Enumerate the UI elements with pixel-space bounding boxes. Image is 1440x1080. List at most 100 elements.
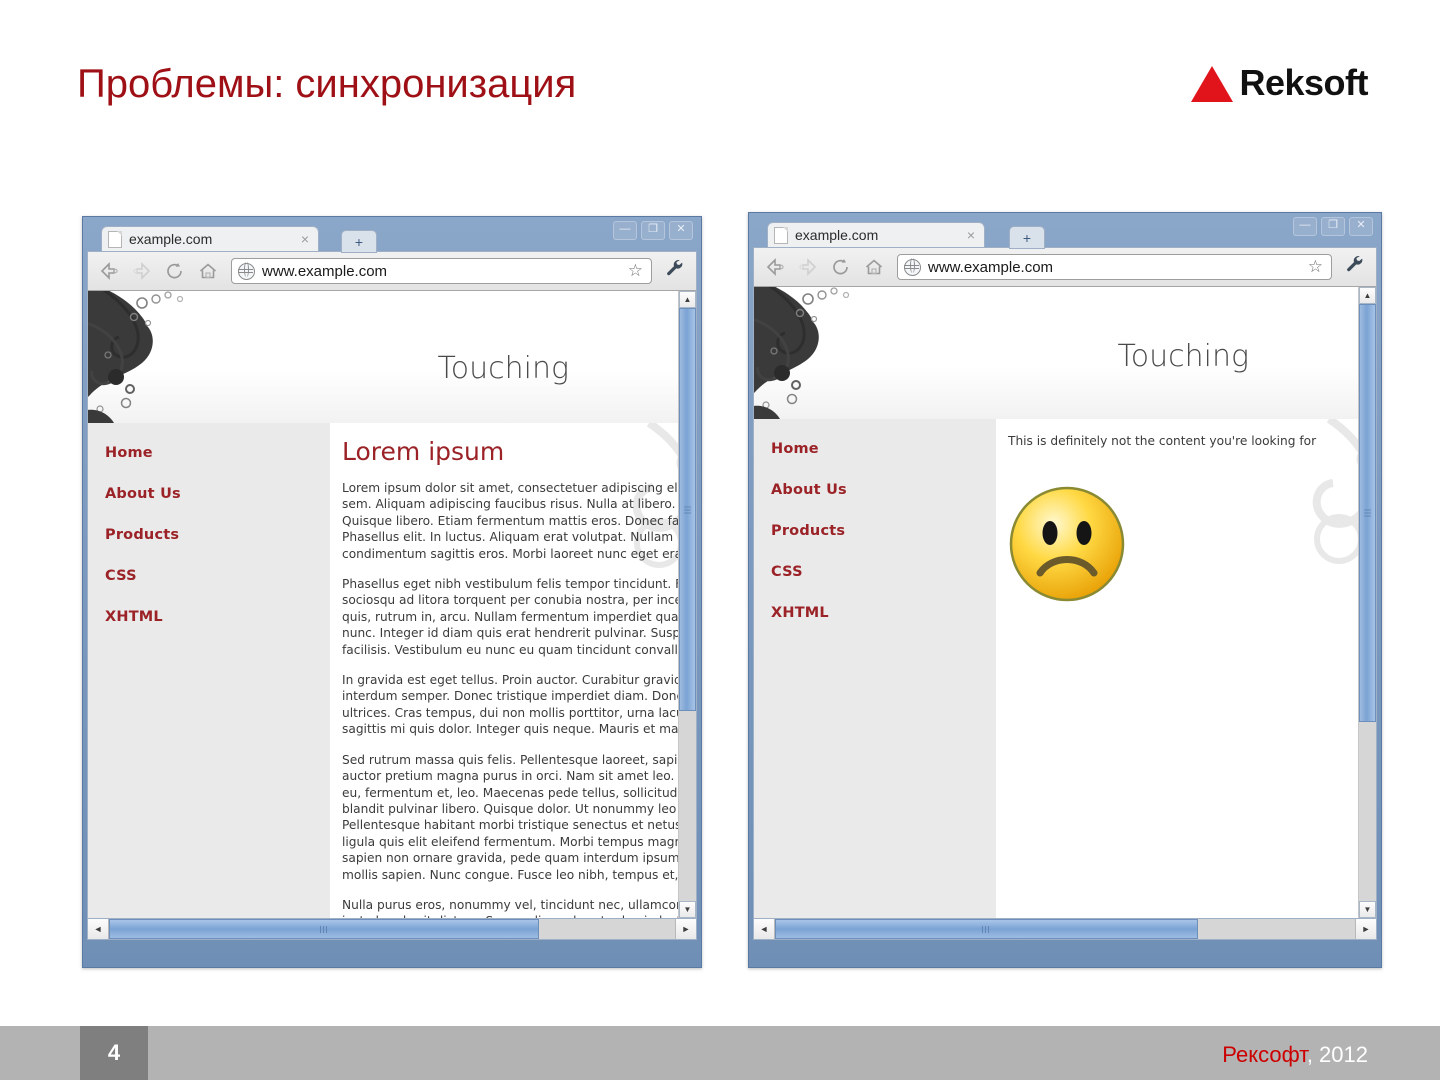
slide-footer: 4 Рексофт, 2012 bbox=[0, 1026, 1440, 1080]
page-number: 4 bbox=[107, 1040, 121, 1065]
page-viewport-left: Touching Home About Us Products CSS XHTM… bbox=[87, 291, 697, 918]
vertical-scroll-thumb[interactable] bbox=[679, 308, 696, 712]
close-tab-icon[interactable]: × bbox=[298, 231, 312, 247]
nav-item-about-us[interactable]: About Us bbox=[771, 482, 996, 498]
site-title: Touching bbox=[437, 351, 569, 386]
scroll-up-icon[interactable]: ▲ bbox=[679, 291, 696, 308]
sad-face-icon bbox=[1009, 487, 1125, 602]
page-favicon-icon bbox=[108, 230, 122, 248]
scroll-grip-icon bbox=[982, 925, 992, 933]
tab-strip-right: example.com × + — ❐ ✕ bbox=[753, 217, 1377, 249]
vertical-scroll-track[interactable] bbox=[679, 308, 696, 901]
content-paragraph: Lorem ipsum dolor sit amet, consectetuer… bbox=[342, 481, 679, 561]
reload-button-icon[interactable] bbox=[161, 257, 189, 285]
nav-item-xhtml[interactable]: XHTML bbox=[771, 605, 996, 621]
content-paragraph: Sed rutrum massa quis felis. Pellentesqu… bbox=[342, 752, 679, 882]
tab-title: example.com bbox=[129, 231, 213, 247]
footer-credit: Рексофт, 2012 bbox=[1222, 1042, 1368, 1068]
forward-button-icon[interactable] bbox=[128, 257, 156, 285]
close-window-button[interactable]: ✕ bbox=[1349, 217, 1373, 236]
maximize-button[interactable]: ❐ bbox=[1321, 217, 1345, 236]
web-page-left: Touching Home About Us Products CSS XHTM… bbox=[88, 291, 679, 918]
reksoft-logo: Reksoft bbox=[1191, 62, 1368, 104]
browser-window-right[interactable]: example.com × + — ❐ ✕ www.example.com ☆ bbox=[748, 212, 1382, 968]
vertical-scrollbar-left[interactable]: ▲ ▼ bbox=[678, 291, 696, 918]
bookmark-star-icon[interactable]: ☆ bbox=[628, 261, 645, 281]
globe-icon bbox=[237, 262, 255, 280]
content-paragraph: Phasellus eget nibh vestibulum felis tem… bbox=[342, 577, 679, 657]
browser-tab-right[interactable]: example.com × bbox=[767, 222, 985, 247]
wrench-menu-icon[interactable] bbox=[1341, 254, 1369, 280]
page-viewport-right: Touching Home About Us Products CSS XHTM… bbox=[753, 287, 1377, 918]
new-tab-button[interactable]: + bbox=[341, 230, 377, 253]
forward-button-icon[interactable] bbox=[794, 253, 822, 281]
nav-item-home[interactable]: Home bbox=[771, 441, 996, 457]
nav-item-home[interactable]: Home bbox=[105, 445, 330, 461]
site-nav-left: Home About Us Products CSS XHTML bbox=[88, 423, 330, 918]
site-title: Touching bbox=[1117, 339, 1249, 374]
scroll-down-icon[interactable]: ▼ bbox=[1359, 901, 1376, 918]
home-button-icon[interactable] bbox=[194, 257, 222, 285]
scroll-down-icon[interactable]: ▼ bbox=[679, 901, 696, 918]
reload-button-icon[interactable] bbox=[827, 253, 855, 281]
logo-text: Reksoft bbox=[1239, 62, 1368, 103]
site-body-right: Home About Us Products CSS XHTML This is… bbox=[754, 419, 1359, 918]
new-tab-button[interactable]: + bbox=[1009, 226, 1045, 249]
tab-strip-left: example.com × + — ❐ ✕ bbox=[87, 221, 697, 253]
url-text: www.example.com bbox=[928, 258, 1054, 276]
address-bar-right[interactable]: www.example.com ☆ bbox=[897, 254, 1332, 280]
scroll-grip-icon bbox=[1364, 509, 1371, 517]
window-controls-left: — ❐ ✕ bbox=[613, 221, 693, 240]
site-body-left: Home About Us Products CSS XHTML Lorem i… bbox=[88, 423, 679, 918]
maximize-button[interactable]: ❐ bbox=[641, 221, 665, 240]
scroll-left-icon[interactable]: ◄ bbox=[88, 919, 109, 939]
close-window-button[interactable]: ✕ bbox=[669, 221, 693, 240]
footer-year: , 2012 bbox=[1306, 1042, 1368, 1067]
scroll-grip-icon bbox=[684, 506, 691, 514]
horizontal-scroll-track[interactable] bbox=[109, 919, 675, 939]
tab-title: example.com bbox=[795, 227, 879, 243]
back-button-icon[interactable] bbox=[761, 253, 789, 281]
nav-item-products[interactable]: Products bbox=[771, 523, 996, 539]
back-button-icon[interactable] bbox=[95, 257, 123, 285]
content-heading: Lorem ipsum bbox=[342, 437, 505, 466]
nav-item-xhtml[interactable]: XHTML bbox=[105, 609, 330, 625]
wrench-menu-icon[interactable] bbox=[661, 258, 689, 284]
footer-company: Рексофт bbox=[1222, 1042, 1307, 1067]
page-favicon-icon bbox=[774, 226, 788, 244]
scroll-right-icon[interactable]: ► bbox=[1355, 919, 1376, 939]
nav-item-products[interactable]: Products bbox=[105, 527, 330, 543]
browser-toolbar-right: www.example.com ☆ bbox=[753, 247, 1377, 287]
browser-tab-left[interactable]: example.com × bbox=[101, 226, 319, 251]
site-header-left: Touching bbox=[88, 291, 679, 423]
nav-item-css[interactable]: CSS bbox=[105, 568, 330, 584]
minimize-button[interactable]: — bbox=[613, 221, 637, 240]
url-text: www.example.com bbox=[262, 262, 388, 280]
window-controls-right: — ❐ ✕ bbox=[1293, 217, 1373, 236]
horizontal-scrollbar-right[interactable]: ◄ ► bbox=[753, 918, 1377, 940]
floral-ornament-icon bbox=[88, 291, 184, 423]
scroll-right-icon[interactable]: ► bbox=[675, 919, 696, 939]
horizontal-scroll-track[interactable] bbox=[775, 919, 1355, 939]
scroll-left-icon[interactable]: ◄ bbox=[754, 919, 775, 939]
site-nav-right: Home About Us Products CSS XHTML bbox=[754, 419, 996, 918]
address-bar-left[interactable]: www.example.com ☆ bbox=[231, 258, 652, 284]
vertical-scroll-track[interactable] bbox=[1359, 304, 1376, 901]
vertical-scrollbar-right[interactable]: ▲ ▼ bbox=[1358, 287, 1376, 918]
minimize-button[interactable]: — bbox=[1293, 217, 1317, 236]
horizontal-scroll-thumb[interactable] bbox=[775, 919, 1199, 939]
web-page-right: Touching Home About Us Products CSS XHTM… bbox=[754, 287, 1359, 918]
home-button-icon[interactable] bbox=[860, 253, 888, 281]
scroll-up-icon[interactable]: ▲ bbox=[1359, 287, 1376, 304]
bookmark-star-icon[interactable]: ☆ bbox=[1308, 257, 1325, 277]
globe-icon bbox=[903, 258, 921, 276]
browser-window-left[interactable]: example.com × + — ❐ ✕ www.example.com ☆ bbox=[82, 216, 702, 968]
nav-item-css[interactable]: CSS bbox=[771, 564, 996, 580]
not-found-message: This is definitely not the content you'r… bbox=[1008, 434, 1317, 448]
horizontal-scrollbar-left[interactable]: ◄ ► bbox=[87, 918, 697, 940]
horizontal-scroll-thumb[interactable] bbox=[109, 919, 540, 939]
site-header-right: Touching bbox=[754, 287, 1359, 419]
close-tab-icon[interactable]: × bbox=[964, 227, 978, 243]
vertical-scroll-thumb[interactable] bbox=[1359, 304, 1376, 722]
nav-item-about-us[interactable]: About Us bbox=[105, 486, 330, 502]
